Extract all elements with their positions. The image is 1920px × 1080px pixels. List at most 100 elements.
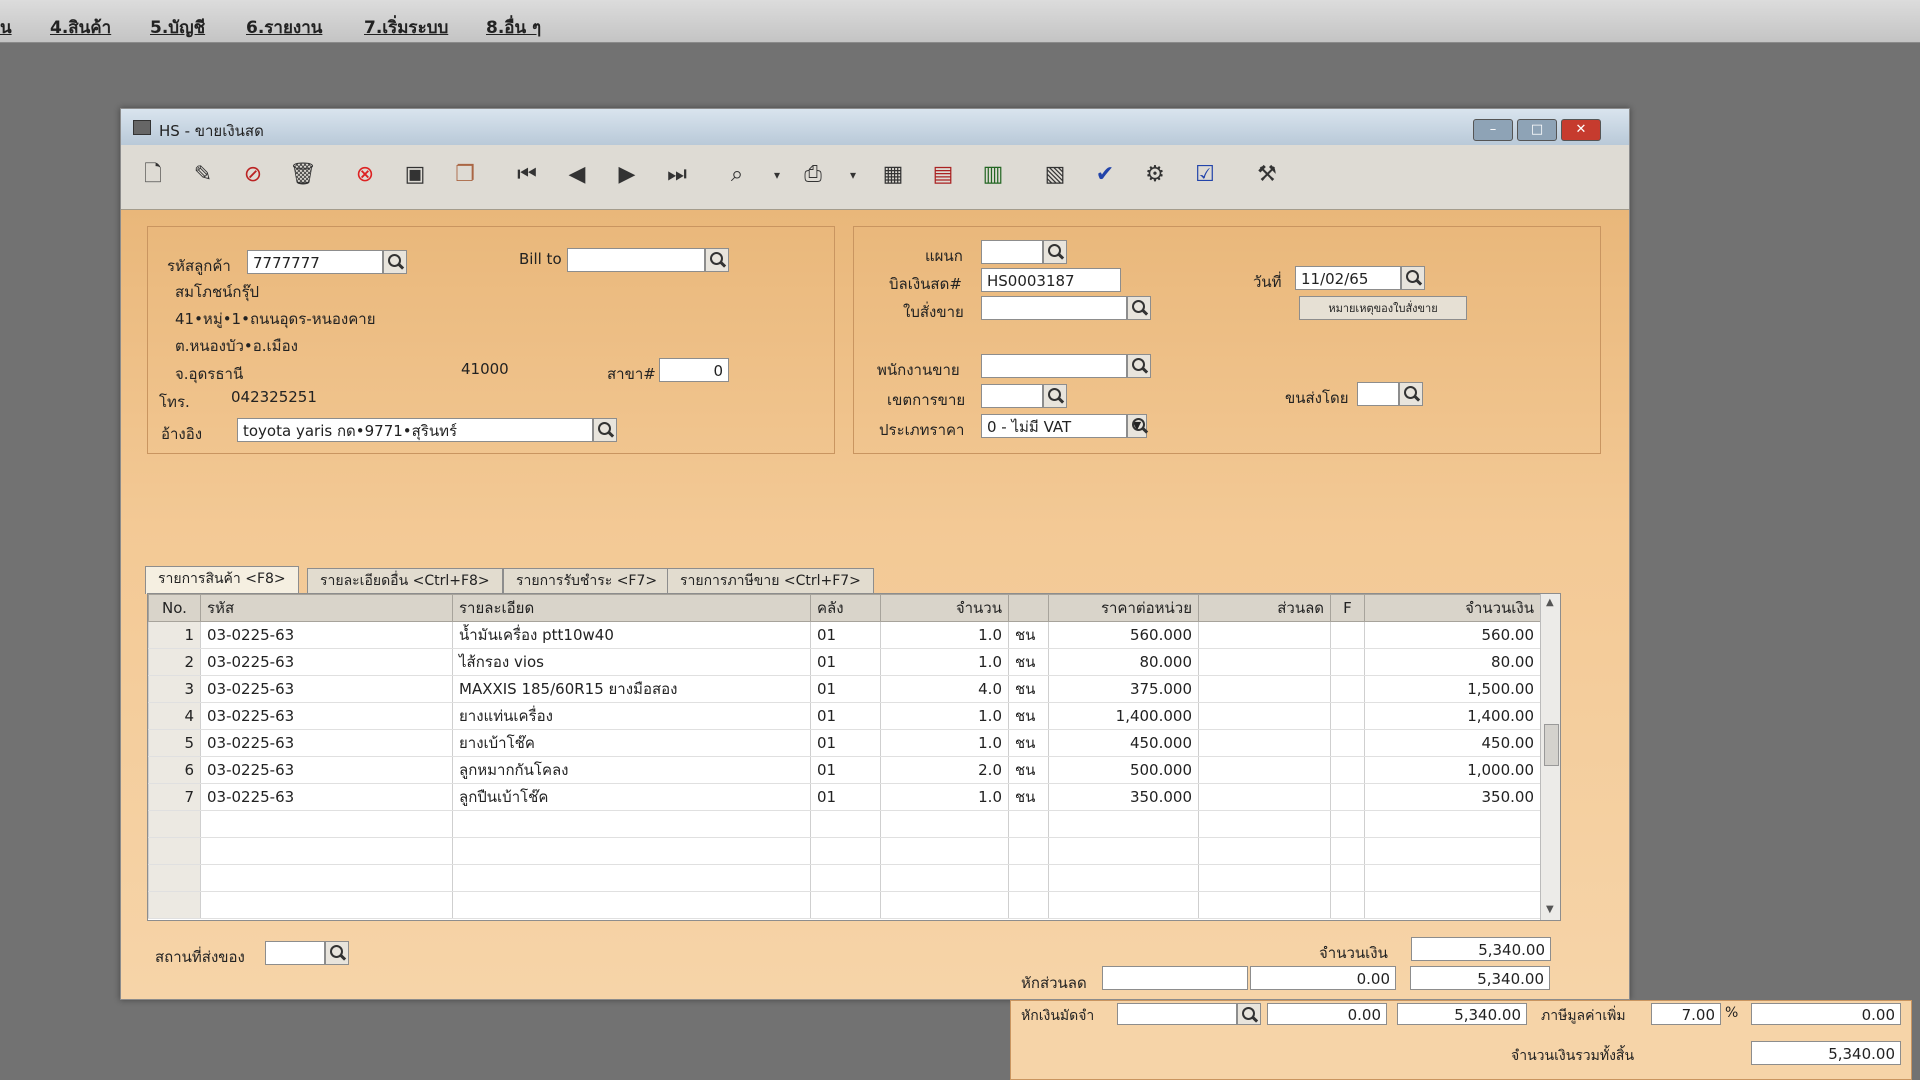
reference-search-icon[interactable] — [593, 418, 617, 442]
cell-unit-price[interactable]: 350.000 — [1048, 783, 1199, 811]
empty-cell[interactable] — [1198, 837, 1331, 865]
cell-warehouse[interactable]: 01 — [810, 783, 881, 811]
cell-no[interactable]: 7 — [148, 783, 201, 811]
menu-item-products[interactable]: 4.สินค้า — [50, 14, 111, 41]
sale-order-icon[interactable]: ▥ — [977, 159, 1009, 191]
cell-warehouse[interactable]: 01 — [810, 729, 881, 757]
empty-cell[interactable] — [880, 864, 1009, 892]
customer-code-input[interactable]: 7777777 — [247, 250, 383, 274]
bill-number-input[interactable]: HS0003187 — [981, 268, 1121, 292]
table-row[interactable]: 2 03-0225-63 ไส้กรอง vios 01 1.0 ชน 80.000 80.0… — [148, 648, 1541, 676]
header-unit[interactable] — [1008, 594, 1049, 622]
empty-cell[interactable] — [880, 891, 1009, 919]
customer-search-icon[interactable] — [383, 250, 407, 274]
cell-amount[interactable]: 1,000.00 — [1364, 756, 1541, 784]
scroll-down-icon[interactable]: ▼ — [1546, 904, 1554, 915]
cell-discount[interactable] — [1198, 783, 1331, 811]
empty-cell[interactable] — [810, 864, 881, 892]
cell-quantity[interactable]: 1.0 — [880, 702, 1009, 730]
cell-discount[interactable] — [1198, 675, 1331, 703]
header-description[interactable]: รายละเอียด — [452, 594, 811, 622]
cell-quantity[interactable]: 1.0 — [880, 648, 1009, 676]
empty-cell[interactable] — [1008, 891, 1049, 919]
cell-quantity[interactable]: 1.0 — [880, 783, 1009, 811]
cell-quantity[interactable]: 2.0 — [880, 756, 1009, 784]
scrollbar-thumb[interactable] — [1544, 724, 1559, 766]
price-type-select[interactable]: 0 - ไม่มี VAT — [981, 414, 1127, 438]
save-icon[interactable]: ▣ — [399, 159, 431, 191]
empty-cell[interactable] — [1330, 837, 1365, 865]
cell-amount[interactable]: 1,400.00 — [1364, 702, 1541, 730]
empty-cell[interactable] — [810, 837, 881, 865]
menu-item-others[interactable]: 8.อื่น ๆ — [486, 14, 541, 41]
find-icon[interactable]: ⌕ — [721, 159, 753, 191]
tab-other-details[interactable]: รายละเอียดอื่น <Ctrl+F8> — [307, 568, 503, 593]
header-warehouse[interactable]: คลัง — [810, 594, 881, 622]
cell-unit[interactable]: ชน — [1008, 621, 1049, 649]
cell-amount[interactable]: 560.00 — [1364, 621, 1541, 649]
cell-discount[interactable] — [1198, 756, 1331, 784]
cell-no[interactable]: 3 — [148, 675, 201, 703]
empty-cell[interactable] — [1330, 810, 1365, 838]
cell-discount[interactable] — [1198, 621, 1331, 649]
cell-unit-price[interactable]: 560.000 — [1048, 621, 1199, 649]
date-input[interactable]: 11/02/65 — [1295, 266, 1401, 290]
date-picker-icon[interactable] — [1401, 266, 1425, 290]
cell-no[interactable]: 4 — [148, 702, 201, 730]
cell-description[interactable]: ยางเบ้าโช๊ค — [452, 729, 811, 757]
cell-discount[interactable] — [1198, 702, 1331, 730]
new-document-icon[interactable]: 🗋 — [137, 159, 169, 191]
cell-code[interactable]: 03-0225-63 — [200, 621, 453, 649]
edit-icon[interactable]: ✎ — [187, 159, 219, 191]
header-quantity[interactable]: จำนวน — [880, 594, 1009, 622]
cell-description[interactable]: ลูกหมากกันโคลง — [452, 756, 811, 784]
empty-cell[interactable] — [1048, 891, 1199, 919]
table-row[interactable]: 4 03-0225-63 ยางแท่นเครื่อง 01 1.0 ชน 1,400.00… — [148, 702, 1541, 730]
cell-amount[interactable]: 350.00 — [1364, 783, 1541, 811]
table-row[interactable]: 1 03-0225-63 น้ำมันเครื่อง ptt10w40 01 1.0 ชน… — [148, 621, 1541, 649]
cell-code[interactable]: 03-0225-63 — [200, 783, 453, 811]
cell-flag[interactable] — [1330, 783, 1365, 811]
void-icon[interactable]: ⊘ — [237, 159, 269, 191]
empty-row[interactable] — [148, 810, 1541, 838]
cell-warehouse[interactable]: 01 — [810, 702, 881, 730]
empty-cell[interactable] — [1048, 810, 1199, 838]
header-no[interactable]: No. — [148, 594, 201, 622]
empty-cell[interactable] — [1008, 864, 1049, 892]
cell-flag[interactable] — [1330, 648, 1365, 676]
cell-unit[interactable]: ชน — [1008, 648, 1049, 676]
cell-no[interactable]: 5 — [148, 729, 201, 757]
cell-flag[interactable] — [1330, 729, 1365, 757]
settings-icon[interactable]: ⚒ — [1251, 159, 1283, 191]
cell-flag[interactable] — [1330, 756, 1365, 784]
menu-item-reports[interactable]: 6.รายงาน — [246, 14, 322, 41]
cell-discount[interactable] — [1198, 729, 1331, 757]
menu-item-accounts[interactable]: 5.บัญชี — [150, 14, 205, 41]
close-button[interactable]: ✕ — [1561, 119, 1601, 141]
empty-cell[interactable] — [1048, 837, 1199, 865]
cell-description[interactable]: ลูกปืนเบ้าโช๊ค — [452, 783, 811, 811]
cell-unit[interactable]: ชน — [1008, 783, 1049, 811]
cell-warehouse[interactable]: 01 — [810, 675, 881, 703]
cell-discount[interactable] — [1198, 648, 1331, 676]
empty-cell[interactable] — [452, 837, 811, 865]
empty-cell[interactable] — [200, 810, 453, 838]
department-input[interactable] — [981, 240, 1043, 264]
empty-cell[interactable] — [200, 891, 453, 919]
empty-cell[interactable] — [1364, 837, 1541, 865]
cell-flag[interactable] — [1330, 675, 1365, 703]
previous-record-icon[interactable]: ◀ — [561, 159, 593, 191]
grid-vertical-scrollbar[interactable]: ▲ ▼ — [1540, 594, 1560, 920]
header-code[interactable]: รหัส — [200, 594, 453, 622]
table-row[interactable]: 7 03-0225-63 ลูกปืนเบ้าโช๊ค 01 1.0 ชน 350.000 3… — [148, 783, 1541, 811]
cell-code[interactable]: 03-0225-63 — [200, 648, 453, 676]
department-search-icon[interactable] — [1043, 240, 1067, 264]
tools-icon[interactable]: ⚙ — [1139, 159, 1171, 191]
empty-cell[interactable] — [1198, 810, 1331, 838]
empty-cell[interactable] — [148, 891, 201, 919]
empty-row[interactable] — [148, 891, 1541, 919]
sales-area-input[interactable] — [981, 384, 1043, 408]
scroll-up-icon[interactable]: ▲ — [1546, 597, 1554, 608]
price-type-dropdown-icon[interactable]: ▼ — [1127, 414, 1147, 438]
ship-place-search-icon[interactable] — [325, 941, 349, 965]
